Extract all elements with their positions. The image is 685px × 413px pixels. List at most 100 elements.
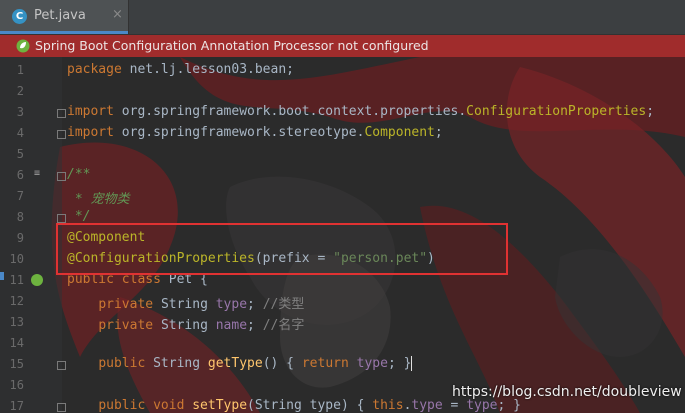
code-text: import org.springframework.boot.context.… [67, 104, 654, 119]
line-number: 11 [9, 273, 24, 287]
line-number: 8 [16, 210, 24, 224]
line-number: 2 [16, 84, 24, 98]
code-line[interactable]: 13 private String name; //名字 [0, 312, 685, 333]
tab-pet-java[interactable]: C Pet.java × [0, 0, 129, 34]
code-text: public void setType(String type) { this.… [67, 398, 521, 413]
line-number: 6 [16, 168, 24, 182]
line-number: 9 [16, 231, 24, 245]
line-number: 3 [16, 105, 24, 119]
notification-banner[interactable]: Spring Boot Configuration Annotation Pro… [0, 35, 685, 57]
line-number: 4 [16, 126, 24, 140]
code-token: org.springframework.stereotype. [121, 125, 365, 140]
spring-leaf-icon [16, 39, 30, 53]
code-text: import org.springframework.stereotype.Co… [67, 125, 443, 140]
code-token: () { [262, 356, 302, 371]
code-line[interactable]: 1 package net.lj.lesson03.bean; [0, 60, 685, 81]
code-token: org.springframework.boot.context.propert… [121, 104, 467, 119]
fold-marker-icon[interactable] [57, 109, 66, 118]
watermark-text: https://blog.csdn.net/doubleview [452, 384, 682, 400]
code-token: * 宠物类 [67, 192, 130, 207]
code-token: this [372, 398, 404, 413]
line-number: 17 [9, 399, 24, 413]
fold-marker-icon[interactable] [57, 361, 66, 370]
fold-marker-icon[interactable] [57, 130, 66, 139]
code-text: private String name; //名字 [67, 314, 304, 333]
line-number: 5 [16, 147, 24, 161]
code-text: package net.lj.lesson03.bean; [67, 62, 294, 77]
line-number: 15 [9, 357, 24, 371]
code-line[interactable]: 15 public String getType() { return type… [0, 354, 685, 375]
code-token: net.lj.lesson03.bean; [129, 62, 294, 77]
code-line[interactable]: 12 private String type; //类型 [0, 291, 685, 312]
line-number: 1 [16, 63, 24, 77]
line-number: 7 [16, 189, 24, 203]
code-token: String [160, 318, 216, 333]
java-class-icon: C [12, 9, 27, 24]
code-text: public String getType() { return type; } [67, 356, 413, 371]
code-line[interactable]: 4 import org.springframework.stereotype.C… [0, 123, 685, 144]
code-editor[interactable]: 1 package net.lj.lesson03.bean; 2 3 import o… [0, 57, 685, 413]
editor-tab-bar: C Pet.java × [0, 0, 685, 35]
code-line[interactable]: 6 ≡ /** [0, 165, 685, 186]
code-token: name [215, 318, 248, 333]
tab-label: Pet.java [34, 8, 86, 23]
code-token: ; [247, 318, 263, 333]
code-token: getType [207, 356, 263, 371]
code-token: type [466, 398, 498, 413]
code-text: */ [67, 209, 91, 224]
code-token: Component [364, 125, 435, 140]
close-icon[interactable]: × [112, 7, 123, 22]
code-token: ; [646, 104, 655, 119]
code-token: type [411, 398, 443, 413]
code-token: ; [434, 125, 443, 140]
code-token: //名字 [262, 318, 305, 333]
code-text: private String type; //类型 [67, 293, 304, 312]
code-token: package [67, 62, 130, 77]
code-token: /** [67, 167, 91, 182]
code-line[interactable]: 5 [0, 144, 685, 165]
fold-marker-icon[interactable] [57, 172, 66, 181]
code-token: private [98, 297, 161, 312]
text-cursor [411, 356, 413, 371]
code-token: = [442, 398, 467, 413]
code-token: type [356, 356, 388, 371]
code-token: String [153, 356, 208, 371]
code-token: setType [192, 398, 248, 413]
spring-bean-icon[interactable] [31, 274, 43, 286]
code-line[interactable]: 7 * 宠物类 [0, 186, 685, 207]
banner-message: Spring Boot Configuration Annotation Pro… [35, 38, 429, 53]
active-tab-indicator [0, 31, 128, 34]
code-token: private [98, 318, 161, 333]
code-token: ; } [497, 398, 521, 413]
line-number: 12 [9, 294, 24, 308]
fold-marker-icon[interactable] [57, 403, 66, 412]
code-token: import [67, 125, 122, 140]
line-number: 10 [9, 252, 24, 266]
code-line[interactable]: 3 import org.springframework.boot.context… [0, 102, 685, 123]
line-number: 14 [9, 336, 24, 350]
code-token: import [67, 104, 122, 119]
code-token: (String type) { [247, 398, 373, 413]
code-token: ; [247, 297, 263, 312]
doc-comment-icon[interactable]: ≡ [34, 168, 40, 179]
code-token: return [301, 356, 357, 371]
code-token: String [160, 297, 216, 312]
code-text: /** [67, 167, 90, 182]
code-token: public [98, 356, 154, 371]
fold-marker-icon[interactable] [57, 214, 66, 223]
code-token: //类型 [262, 297, 305, 312]
line-number: 16 [9, 378, 24, 392]
code-token: ConfigurationProperties [466, 104, 647, 119]
code-token: ; } [387, 356, 412, 371]
code-text: * 宠物类 [67, 188, 130, 207]
code-line[interactable]: 14 [0, 333, 685, 354]
line-number: 13 [9, 315, 24, 329]
highlight-box [56, 223, 508, 275]
code-line[interactable]: 2 [0, 81, 685, 102]
code-token: type [215, 297, 248, 312]
code-token: public void [98, 398, 193, 413]
